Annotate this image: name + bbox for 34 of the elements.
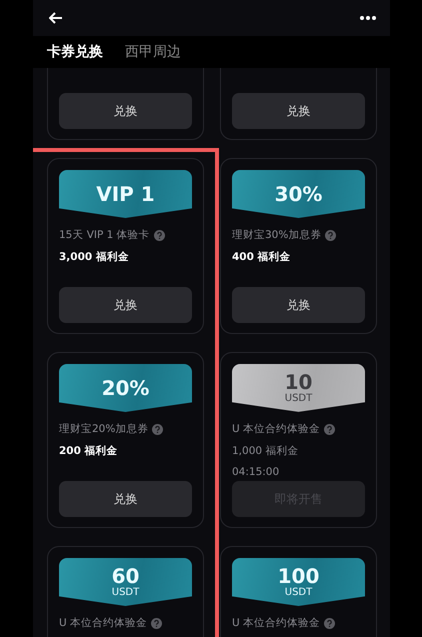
voucher-title: U 本位合约体验金: [59, 616, 148, 631]
voucher-title: U 本位合约体验金: [232, 616, 320, 631]
banner-value: 100: [278, 566, 320, 587]
redeem-button[interactable]: 兑换: [59, 481, 192, 517]
redeem-button[interactable]: 兑换: [232, 287, 365, 323]
redeem-button[interactable]: 兑换: [59, 287, 192, 323]
banner-value: 20%: [102, 378, 150, 398]
banner-value: 10: [284, 372, 312, 393]
countdown-timer: 04:15:00: [232, 465, 280, 480]
help-icon[interactable]: [151, 618, 162, 630]
tab[interactable]: 西甲周边: [125, 42, 181, 62]
redeem-button[interactable]: 兑换: [59, 93, 192, 129]
redeem-button[interactable]: 兑换: [232, 93, 365, 129]
banner-unit: USDT: [112, 587, 140, 598]
voucher-price: 3,000 福利金: [59, 250, 130, 265]
help-icon[interactable]: [324, 618, 336, 630]
more-icon[interactable]: [360, 16, 376, 20]
voucher-title: 15天 VIP 1 体验卡: [59, 228, 150, 243]
banner-value: 60: [112, 566, 140, 587]
banner-value: 30%: [274, 184, 322, 204]
voucher-title: U 本位合约体验金: [232, 422, 320, 437]
banner-unit: USDT: [284, 587, 312, 598]
back-icon[interactable]: [49, 12, 63, 24]
tab[interactable]: 卡券兑换: [47, 42, 103, 62]
banner-unit: USDT: [284, 392, 312, 404]
banner-value: VIP 1: [96, 184, 155, 204]
voucher-title: 理财宝30%加息券: [232, 228, 322, 243]
voucher-title: 理财宝20%加息券: [59, 422, 148, 437]
voucher-price: 200 福利金: [59, 444, 119, 459]
voucher-price: 1,000 福利金: [232, 444, 300, 459]
help-icon[interactable]: [152, 424, 164, 436]
voucher-price: 400 福利金: [232, 250, 292, 265]
help-icon[interactable]: [325, 230, 336, 242]
help-icon[interactable]: [154, 230, 165, 242]
